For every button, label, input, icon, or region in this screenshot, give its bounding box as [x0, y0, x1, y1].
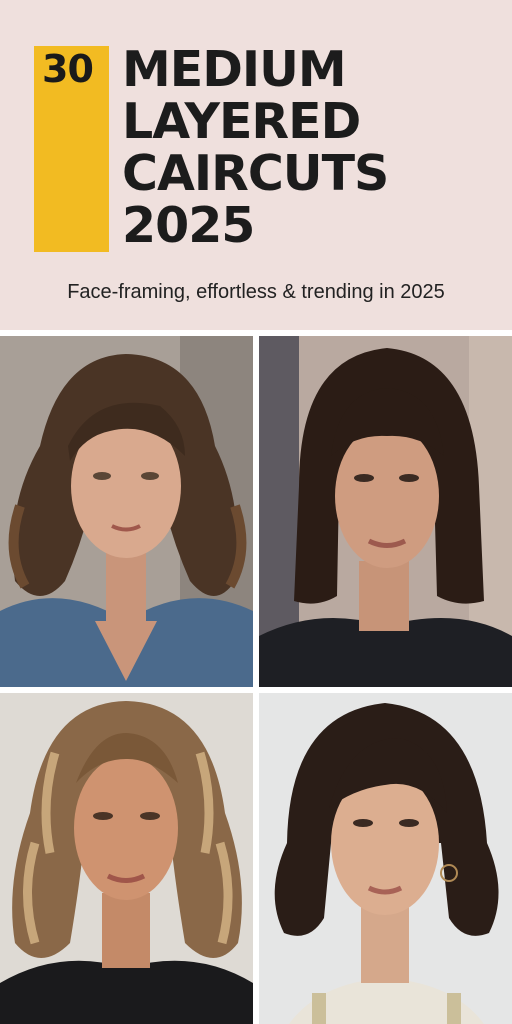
- title-line: MEDIUM: [122, 41, 347, 98]
- dark-curtain-layers-hoop-earring-photo: [259, 693, 512, 1024]
- count-number: 30: [42, 47, 94, 91]
- sleek-bob-with-bangs-photo: [259, 336, 512, 687]
- title-line: LAYERED: [122, 93, 361, 150]
- subtitle: Face-framing, effortless & trending in 2…: [67, 281, 445, 303]
- title-line: CAIRCUTS: [122, 145, 389, 202]
- highlighted-layered-waves-photo: [0, 693, 253, 1024]
- header-panel: 30 MEDIUM LAYERED CAIRCUTS 2025 Face-fra…: [0, 0, 512, 330]
- title-line: 2025: [122, 197, 255, 254]
- photo-grid: [0, 330, 512, 1024]
- page-title: MEDIUM LAYERED CAIRCUTS 2025: [122, 44, 502, 252]
- wavy-shag-denim-jacket-photo: [0, 336, 253, 687]
- pin-image: 30 MEDIUM LAYERED CAIRCUTS 2025 Face-fra…: [0, 0, 512, 1024]
